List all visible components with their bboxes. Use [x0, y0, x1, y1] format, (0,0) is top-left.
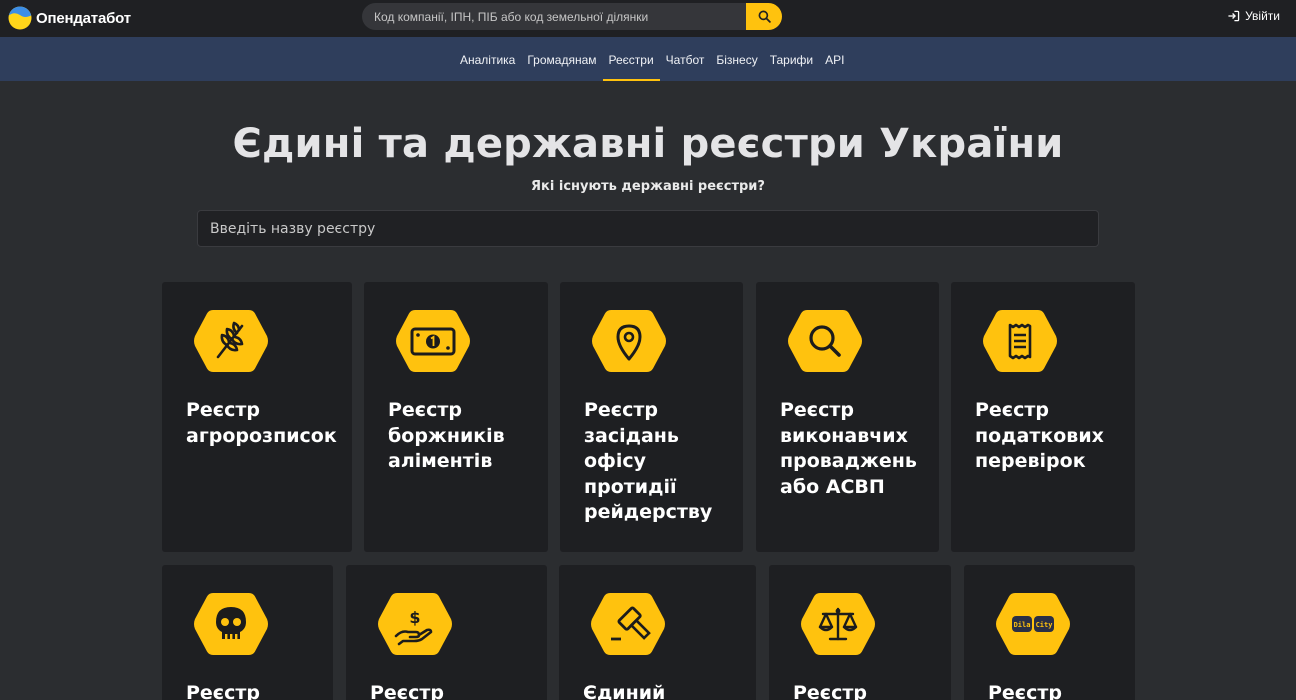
dilacity-dila-text: Dila	[1014, 621, 1031, 629]
wheat-icon	[194, 309, 268, 373]
registry-card-agro-receipts[interactable]: Реєстр агророзписок	[162, 282, 352, 552]
scales-icon	[801, 592, 875, 656]
registry-card-row2-5[interactable]: Dila City Реєстр	[964, 565, 1135, 700]
card-title: Реєстр	[988, 682, 1062, 700]
registry-card-row2-1[interactable]: Реєстр	[162, 565, 333, 700]
nav-item-registries[interactable]: Реєстри	[602, 37, 660, 81]
top-bar: Опендатабот Увійти	[0, 0, 1296, 37]
logo-text: Опендатабот	[36, 9, 131, 27]
main-nav: Аналітика Громадянам Реєстри Чатбот Бізн…	[454, 37, 850, 81]
svg-text:$: $	[409, 608, 420, 627]
login-button[interactable]: Увійти	[1227, 9, 1280, 23]
card-title: Єдиний	[583, 682, 666, 700]
registry-card-anti-raiding-office[interactable]: Реєстр засідань офісу протидії рейдерств…	[560, 282, 743, 552]
dilacity-city-text: City	[1036, 621, 1054, 629]
company-search-input[interactable]	[362, 3, 746, 30]
registry-card-row2-4[interactable]: Реєстр	[769, 565, 951, 700]
skull-icon	[194, 592, 268, 656]
global-search	[362, 3, 782, 30]
card-title: Реєстр боржників аліментів	[388, 399, 505, 472]
nav-item-chatbot[interactable]: Чатбот	[660, 37, 711, 81]
search-icon	[758, 10, 771, 23]
card-title: Реєстр	[186, 682, 260, 700]
login-label: Увійти	[1245, 9, 1280, 23]
search-button[interactable]	[746, 3, 782, 30]
registry-card-row2-2[interactable]: $ Реєстр	[346, 565, 547, 700]
nav-bar: Аналітика Громадянам Реєстри Чатбот Бізн…	[0, 37, 1296, 81]
registry-card-row2-3[interactable]: Єдиний	[559, 565, 756, 700]
ukraine-flag-logo-icon	[8, 6, 32, 30]
card-title: Реєстр	[370, 682, 444, 700]
dilacity-icon: Dila City	[996, 592, 1070, 656]
nav-item-business[interactable]: Бізнесу	[710, 37, 763, 81]
nav-item-pricing[interactable]: Тарифи	[764, 37, 819, 81]
registry-card-alimony-debtors[interactable]: Реєстр боржників аліментів	[364, 282, 548, 552]
card-title: Реєстр податкових перевірок	[975, 399, 1104, 472]
location-pin-icon	[592, 309, 666, 373]
card-title: Реєстр	[793, 682, 867, 700]
registry-card-tax-inspections[interactable]: Реєстр податкових перевірок	[951, 282, 1135, 552]
card-title: Реєстр виконавчих проваджень або АСВП	[780, 399, 917, 498]
nav-item-analytics[interactable]: Аналітика	[454, 37, 521, 81]
logo-link[interactable]: Опендатабот	[8, 6, 131, 30]
registry-search-input[interactable]	[197, 210, 1099, 247]
money-bill-icon	[396, 309, 470, 373]
magnifier-icon	[788, 309, 862, 373]
page-title: Єдині та державні реєстри України	[232, 121, 1064, 167]
card-title: Реєстр агророзписок	[186, 399, 337, 447]
card-title: Реєстр засідань офісу протидії рейдерств…	[584, 399, 713, 523]
nav-item-api[interactable]: API	[819, 37, 850, 81]
sign-in-icon	[1228, 10, 1240, 22]
hand-coin-icon: $	[378, 592, 452, 656]
receipt-icon	[983, 309, 1057, 373]
registry-card-enforcement-proceedings[interactable]: Реєстр виконавчих проваджень або АСВП	[756, 282, 939, 552]
page-subtitle: Які існують державні реєстри?	[531, 179, 765, 194]
nav-item-citizens[interactable]: Громадянам	[521, 37, 602, 81]
gavel-icon	[591, 592, 665, 656]
